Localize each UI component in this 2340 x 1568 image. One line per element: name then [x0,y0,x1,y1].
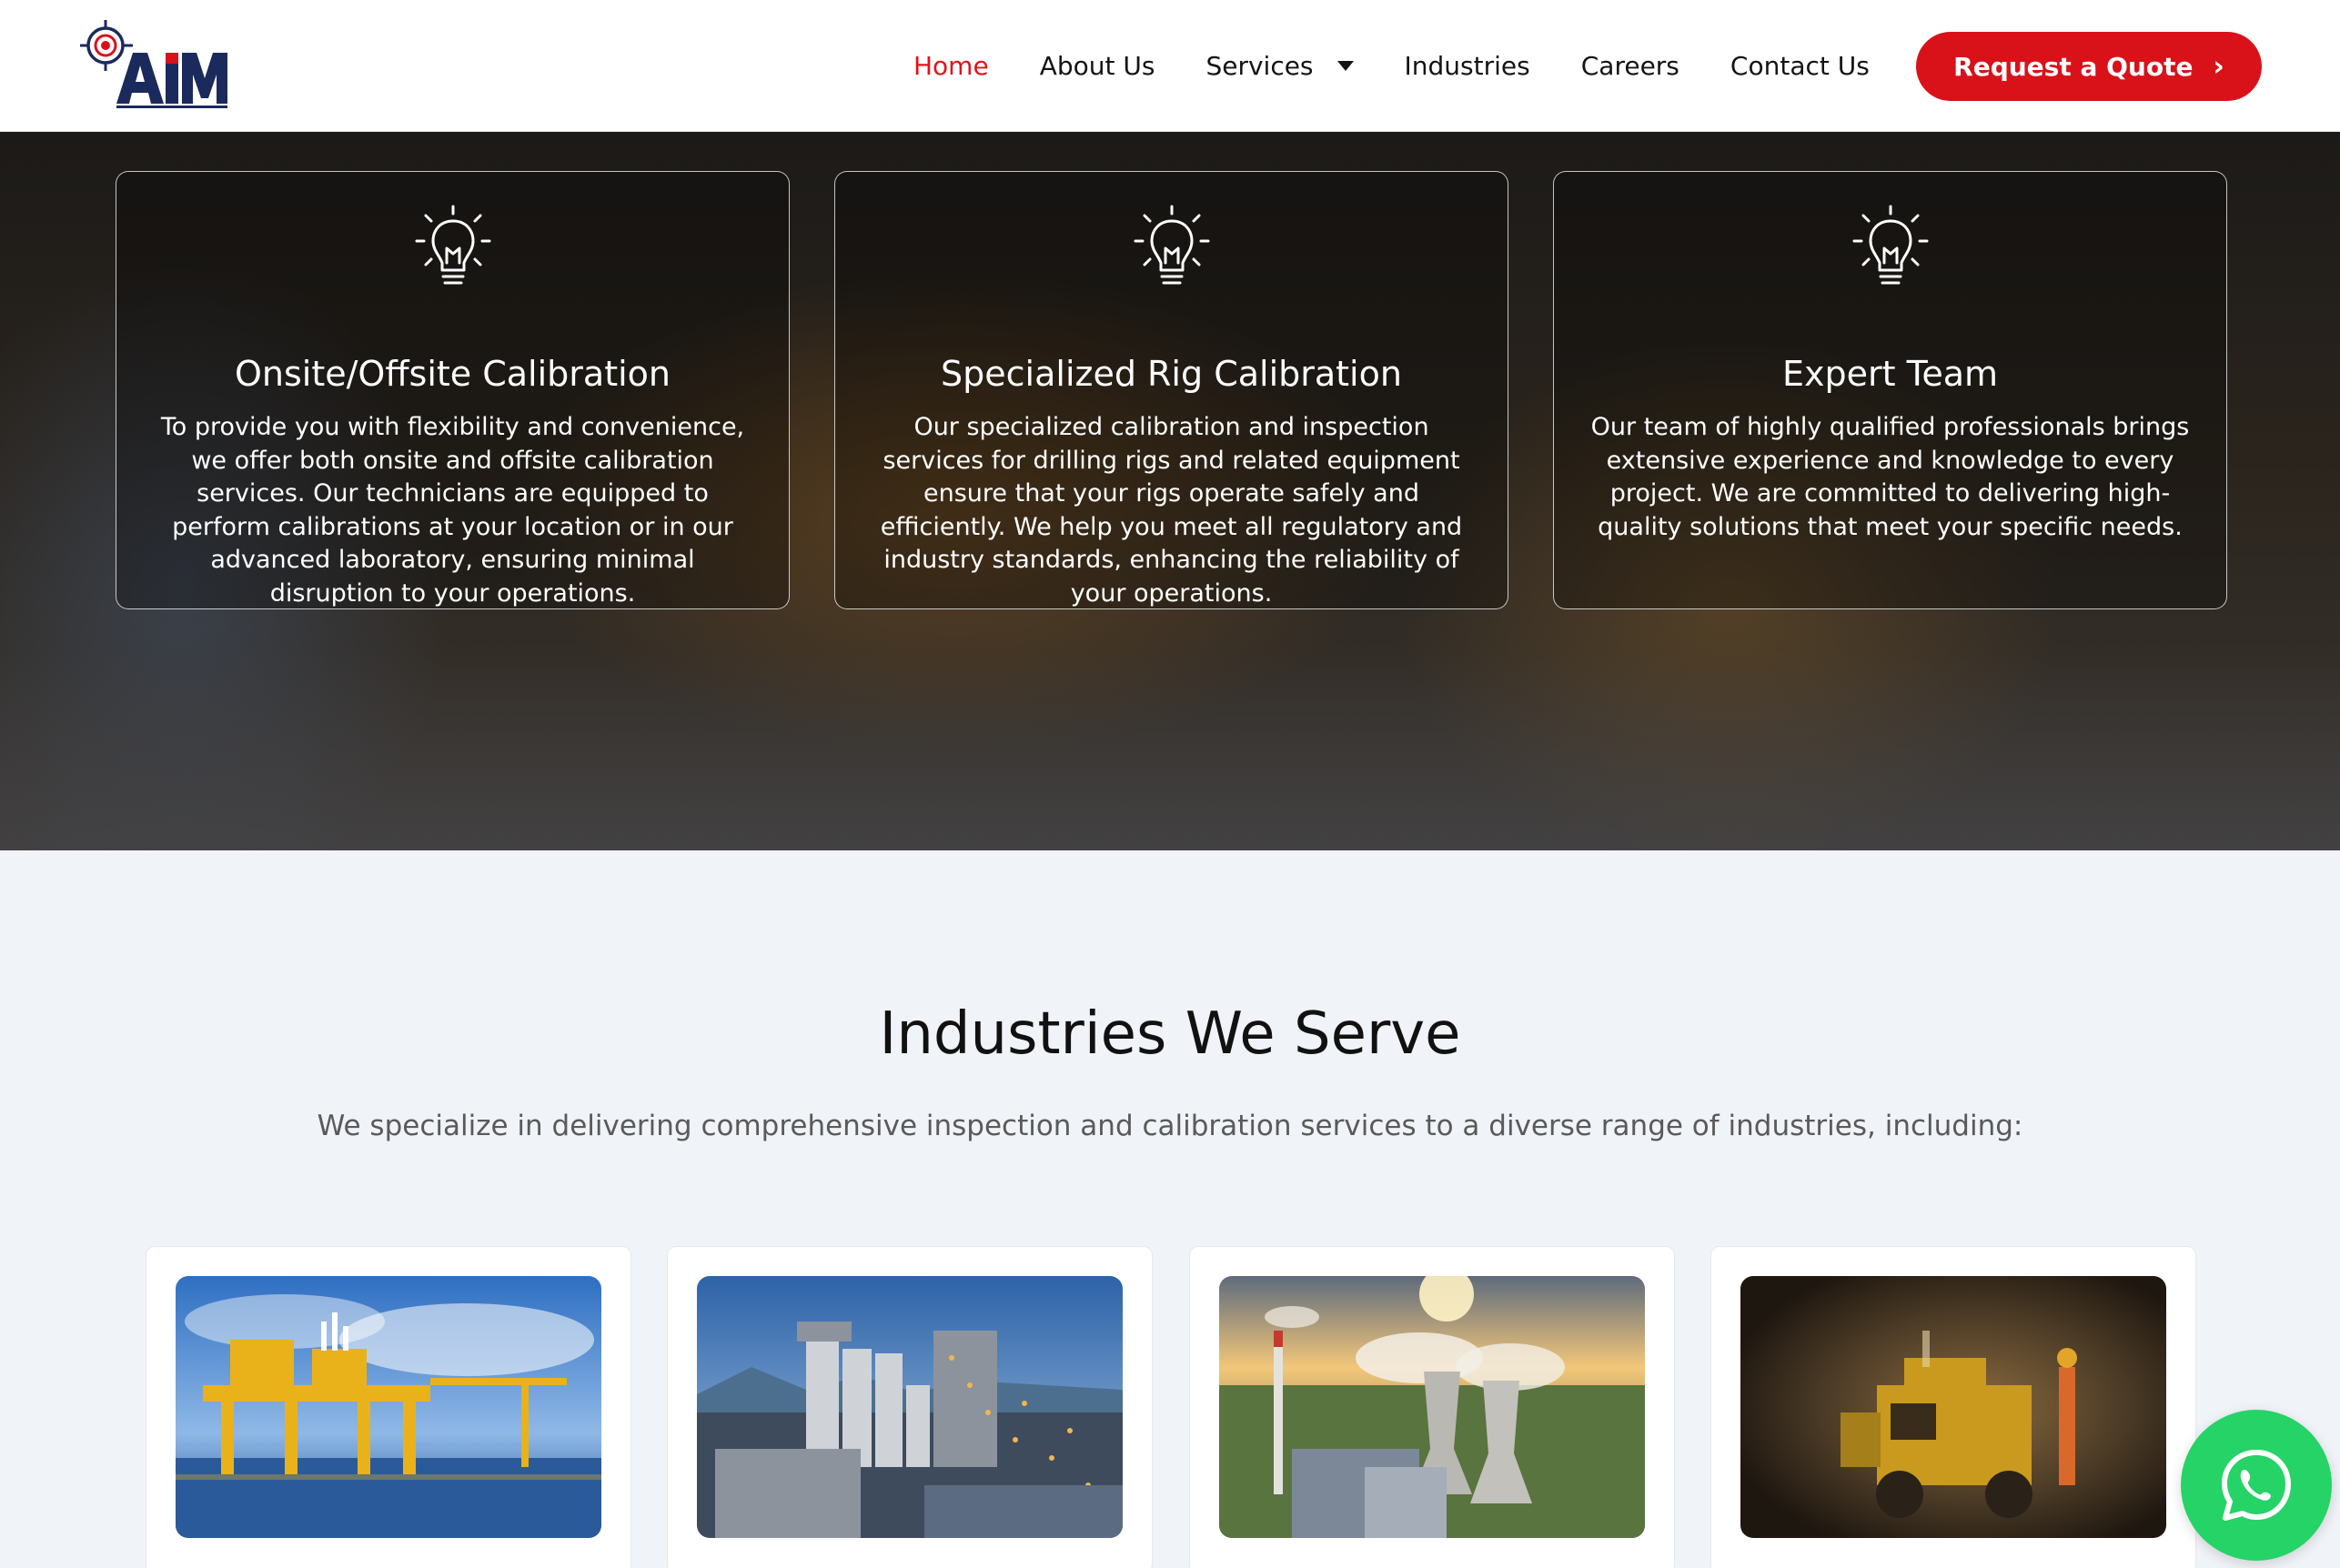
mining-image [1740,1276,2166,1538]
caret-down-icon[interactable] [1336,61,1354,71]
nav-contact-us[interactable]: Contact Us [1730,51,1870,81]
feature-card-onsite-offsite: Onsite/Offsite Calibration To provide yo… [116,171,790,609]
feature-title: Expert Team [1781,354,1999,394]
lightbulb-icon [415,205,490,285]
aim-logo[interactable] [76,18,231,116]
feature-card-expert-team: Expert Team Our team of highly qualified… [1553,171,2227,609]
cement-plant-image [697,1276,1123,1538]
industry-card-mining[interactable] [1710,1246,2196,1568]
hero-background-shade [0,650,2340,850]
request-quote-label: Request a Quote [1953,51,2194,82]
offshore-platform-image [176,1276,601,1538]
nav-services[interactable]: Services [1205,51,1354,81]
feature-title: Specialized Rig Calibration [941,354,1402,394]
nav-services-label: Services [1205,51,1314,81]
whatsapp-icon [2222,1450,2291,1521]
site-header: Home About Us Services Industries Career… [0,0,2340,132]
lightbulb-icon [1852,205,1928,285]
feature-card-rig-calibration: Specialized Rig Calibration Our speciali… [834,171,1508,609]
industry-card-oil-gas[interactable] [146,1246,631,1568]
aim-logo-graphic [80,20,227,108]
power-plant-image [1219,1276,1645,1538]
industries-section: Industries We Serve We specialize in del… [0,850,2340,1568]
feature-text: Our team of highly qualified professiona… [1590,413,2190,541]
nav-about-us[interactable]: About Us [1040,51,1155,81]
industry-card-cement[interactable] [667,1246,1153,1568]
request-quote-button[interactable]: Request a Quote › [1916,32,2262,101]
section-subtitle: We specialize in delivering comprehensiv… [317,1110,2023,1142]
features-section: Onsite/Offsite Calibration To provide yo… [0,132,2340,850]
section-title: Industries We Serve [879,1000,1461,1068]
main-nav: Home About Us Services Industries Career… [913,0,1921,132]
nav-home[interactable]: Home [913,51,989,81]
feature-text: To provide you with flexibility and conv… [160,413,745,608]
whatsapp-chat-button[interactable] [2181,1410,2332,1561]
feature-text: Our specialized calibration and inspecti… [880,413,1463,608]
nav-careers[interactable]: Careers [1581,51,1679,81]
lightbulb-icon [1134,205,1209,285]
nav-industries[interactable]: Industries [1405,51,1530,81]
chevron-right-icon: › [2213,50,2224,83]
industry-card-power[interactable] [1189,1246,1675,1568]
feature-title: Onsite/Offsite Calibration [235,354,671,394]
